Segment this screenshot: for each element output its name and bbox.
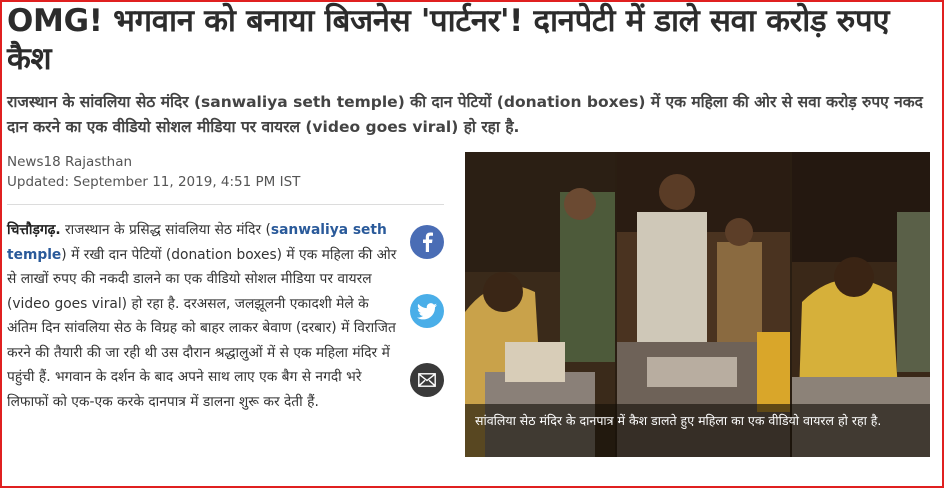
article-headline: OMG! भगवान को बनाया बिजनेस 'पार्टनर'! दा… <box>7 3 890 77</box>
article-photo[interactable]: सांवलिया सेठ मंदिर के दानपात्र में कैश ड… <box>465 152 930 457</box>
body-text-part-2: ) में रखी दान पेटियों (donation boxes) म… <box>7 246 397 410</box>
byline: News18 Rajasthan Updated: September 11, … <box>7 152 300 192</box>
source-name[interactable]: News18 Rajasthan <box>7 152 300 172</box>
body-text-part-1: राजस्थान के प्रसिद्ध सांवलिया सेठ मंदिर … <box>60 222 271 238</box>
facebook-share-button[interactable] <box>410 225 444 259</box>
divider <box>7 204 444 205</box>
photo-caption: सांवलिया सेठ मंदिर के दानपात्र में कैश ड… <box>475 413 882 428</box>
article-summary: राजस्थान के सांवलिया सेठ मंदिर (sanwaliy… <box>7 93 923 136</box>
updated-timestamp: Updated: September 11, 2019, 4:51 PM IST <box>7 174 301 190</box>
photo-caption-bar: सांवलिया सेठ मंदिर के दानपात्र में कैश ड… <box>465 404 930 457</box>
facebook-icon <box>423 232 433 252</box>
twitter-icon <box>417 302 437 319</box>
dateline: चित्तौड़गढ़. <box>7 222 61 238</box>
twitter-share-button[interactable] <box>410 294 444 328</box>
mail-icon <box>418 373 436 387</box>
article-body: चित्तौड़गढ़. राजस्थान के प्रसिद्ध सांवलि… <box>7 218 402 414</box>
email-share-button[interactable] <box>410 363 444 397</box>
